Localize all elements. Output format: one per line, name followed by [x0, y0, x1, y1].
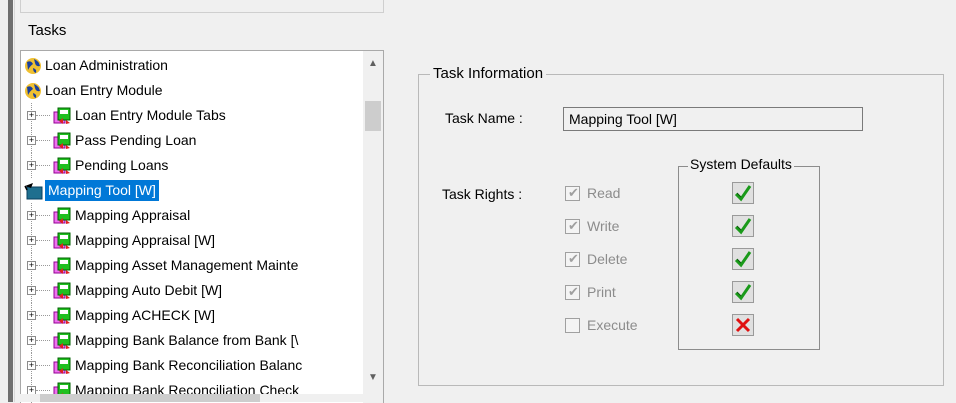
tree-item[interactable]: + Mapping ACHECK [W]: [21, 303, 361, 328]
task-icon: [53, 107, 71, 125]
tree-item[interactable]: + Mapping Appraisal: [21, 203, 361, 228]
globe-icon: [24, 82, 42, 100]
tree-item-label: Loan Entry Module Tabs: [75, 107, 226, 123]
hscroll-thumb[interactable]: [40, 394, 260, 402]
task-icon: [53, 307, 71, 325]
tree-item[interactable]: + Mapping Asset Management Mainte: [21, 253, 361, 278]
right-label: Write: [587, 218, 620, 234]
right-checkbox-write[interactable]: ✔: [565, 218, 580, 234]
right-checkbox-delete[interactable]: ✔: [565, 251, 580, 267]
expand-icon[interactable]: +: [27, 261, 36, 270]
top-panel-edge: [20, 0, 384, 13]
scroll-down-icon[interactable]: ▼: [363, 369, 383, 387]
tree-item-label: Mapping Bank Reconciliation Balanc: [75, 357, 303, 373]
scroll-thumb[interactable]: [365, 101, 381, 131]
tree-item[interactable]: + Mapping Bank Reconciliation Balanc: [21, 353, 361, 378]
expand-icon[interactable]: +: [27, 211, 36, 220]
left-splitter[interactable]: [0, 0, 15, 402]
tree-item-label: Mapping Appraisal [W]: [75, 232, 216, 248]
task-icon: [53, 257, 71, 275]
system-defaults-group: [678, 166, 820, 350]
tasks-tree[interactable]: Loan Administration Loan Entry Module + Loa…: [20, 50, 384, 403]
system-defaults-title: System Defaults: [688, 156, 794, 172]
expand-icon[interactable]: +: [27, 111, 36, 120]
map-tool-icon: [24, 182, 43, 200]
right-label: Print: [587, 284, 616, 300]
right-checkbox-print[interactable]: ✔: [565, 284, 580, 300]
tree-item[interactable]: Loan Entry Module: [21, 78, 361, 103]
scroll-up-icon[interactable]: ▲: [363, 55, 383, 73]
right-checkbox-read[interactable]: ✔: [565, 185, 580, 201]
tree-item-label: Mapping Asset Management Mainte: [75, 257, 299, 273]
tree-item-label: Loan Entry Module: [45, 82, 163, 98]
check-icon: ✔: [568, 284, 579, 299]
check-icon: ✔: [568, 185, 579, 200]
check-icon: ✔: [568, 251, 579, 266]
tree-item-label: Mapping Appraisal: [75, 207, 191, 223]
right-label: Execute: [587, 317, 638, 333]
tree-item[interactable]: + Mapping Bank Balance from Bank [\: [21, 328, 361, 353]
task-icon: [53, 157, 71, 175]
task-icon: [53, 357, 71, 375]
task-icon: [53, 207, 71, 225]
expand-icon[interactable]: +: [27, 236, 36, 245]
tree-item[interactable]: + Mapping Auto Debit [W]: [21, 278, 361, 303]
tasks-label: Tasks: [28, 22, 67, 39]
tree-item[interactable]: + Pass Pending Loan: [21, 128, 361, 153]
tree-item[interactable]: + Loan Entry Module Tabs: [21, 103, 361, 128]
tree-item[interactable]: Loan Administration: [21, 53, 361, 78]
tree-item-label: Pass Pending Loan: [75, 132, 197, 148]
tree-horizontal-scrollbar[interactable]: [20, 394, 382, 402]
task-icon: [53, 232, 71, 250]
expand-icon[interactable]: +: [27, 286, 36, 295]
expand-icon[interactable]: +: [27, 361, 36, 370]
expand-icon[interactable]: +: [27, 136, 36, 145]
right-checkbox-execute[interactable]: [565, 318, 580, 333]
tree-item-label: Mapping Tool [W]: [45, 180, 159, 201]
check-icon: ✔: [568, 218, 579, 233]
globe-icon: [24, 57, 42, 75]
tree-item-label: Loan Administration: [45, 57, 168, 73]
task-name-label: Task Name :: [445, 110, 523, 126]
tree-item-label: Mapping ACHECK [W]: [75, 307, 216, 323]
task-icon: [53, 132, 71, 150]
tree-item[interactable]: + Pending Loans: [21, 153, 361, 178]
tree-item-label: Pending Loans: [75, 157, 169, 173]
task-rights-label: Task Rights :: [442, 186, 523, 202]
task-name-field[interactable]: Mapping Tool [W]: [563, 107, 863, 131]
tree-item[interactable]: Mapping Tool [W]: [21, 178, 361, 203]
task-icon: [53, 332, 71, 350]
tree-item[interactable]: + Mapping Appraisal [W]: [21, 228, 361, 253]
task-information-title: Task Information: [430, 65, 547, 82]
right-label: Delete: [587, 251, 628, 267]
expand-icon[interactable]: +: [27, 161, 36, 170]
right-label: Read: [587, 185, 621, 201]
tree-item-label: Mapping Auto Debit [W]: [75, 282, 223, 298]
tree-vertical-scrollbar[interactable]: ▲ ▼: [363, 51, 383, 403]
tree-item-label: Mapping Bank Balance from Bank [\: [75, 332, 299, 348]
task-icon: [53, 282, 71, 300]
expand-icon[interactable]: +: [27, 336, 36, 345]
expand-icon[interactable]: +: [27, 311, 36, 320]
